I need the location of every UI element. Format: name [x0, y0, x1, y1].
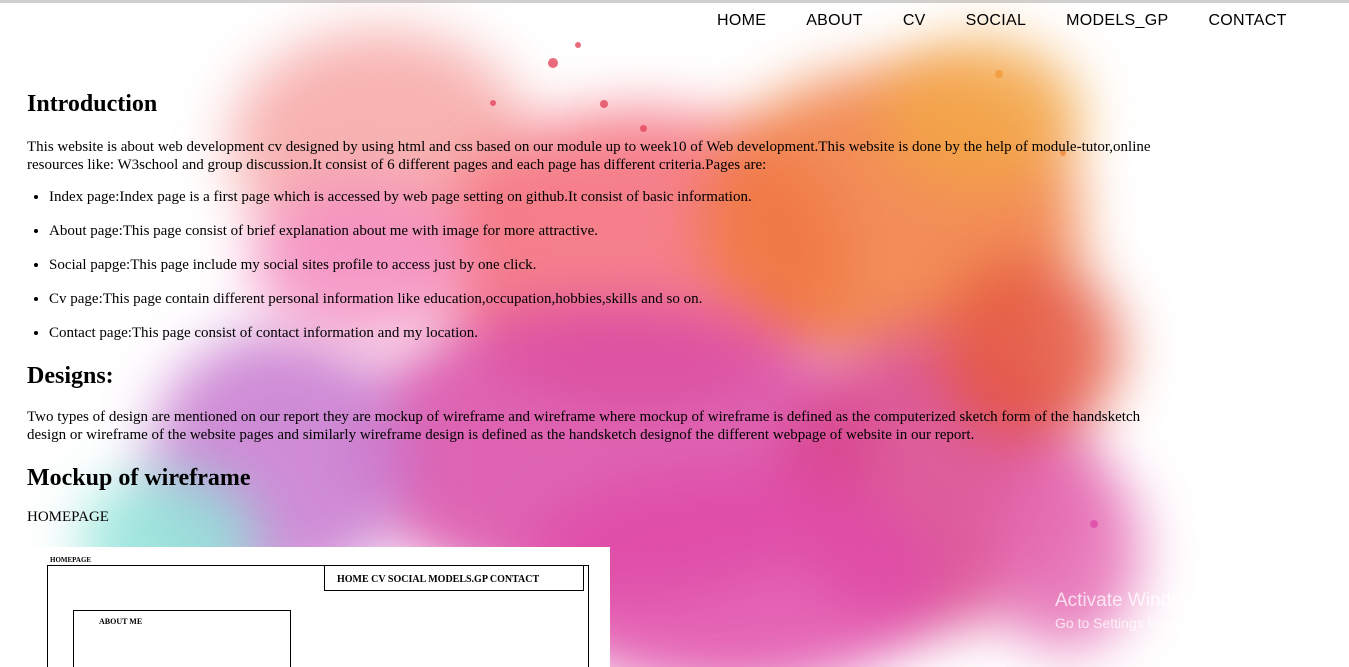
pages-list: Index page:Index page is a first page wh…: [27, 188, 1157, 342]
designs-paragraph: Two types of design are mentioned on our…: [27, 409, 1141, 443]
wireframe-about-label: ABOUT ME: [99, 617, 143, 626]
homepage-wireframe-image: HOMEPAGE HOME CV SOCIAL MODELS.GP CONTAC…: [27, 547, 610, 667]
designs-heading: Designs:: [27, 363, 114, 389]
list-item: Social papge:This page include my social…: [49, 256, 1157, 274]
homepage-label: HOMEPAGE: [27, 509, 109, 525]
mockup-heading: Mockup of wireframe: [27, 465, 251, 491]
windows-activation-watermark: Activate Windows Go to Settings to activ…: [1055, 590, 1276, 632]
nav-contact[interactable]: CONTACT: [1208, 12, 1286, 34]
wireframe-about-box: ABOUT ME: [73, 610, 291, 667]
browser-top-border: [0, 0, 1349, 3]
nav-social[interactable]: SOCIAL: [966, 12, 1027, 34]
list-item: About page:This page consist of brief ex…: [49, 222, 1157, 240]
list-item: Cv page:This page contain different pers…: [49, 290, 1157, 308]
main-content: Introduction This website is about web d…: [27, 90, 1157, 526]
watermark-subtitle: Go to Settings to activate Windows.: [1055, 615, 1276, 631]
watermark-title: Activate Windows: [1055, 590, 1205, 611]
main-nav: HOME ABOUT CV SOCIAL MODELS_GP CONTACT: [697, 12, 1307, 34]
nav-models-gp[interactable]: MODELS_GP: [1066, 12, 1168, 34]
nav-about[interactable]: ABOUT: [806, 12, 863, 34]
intro-heading: Introduction: [27, 91, 158, 117]
nav-home[interactable]: HOME: [717, 12, 766, 34]
list-item: Index page:Index page is a first page wh…: [49, 188, 1157, 206]
intro-paragraph: This website is about web development cv…: [27, 139, 1151, 173]
wireframe-title: HOMEPAGE: [50, 556, 92, 564]
wireframe-nav: HOME CV SOCIAL MODELS.GP CONTACT: [324, 565, 584, 591]
list-item: Contact page:This page consist of contac…: [49, 324, 1157, 342]
nav-cv[interactable]: CV: [903, 12, 926, 34]
